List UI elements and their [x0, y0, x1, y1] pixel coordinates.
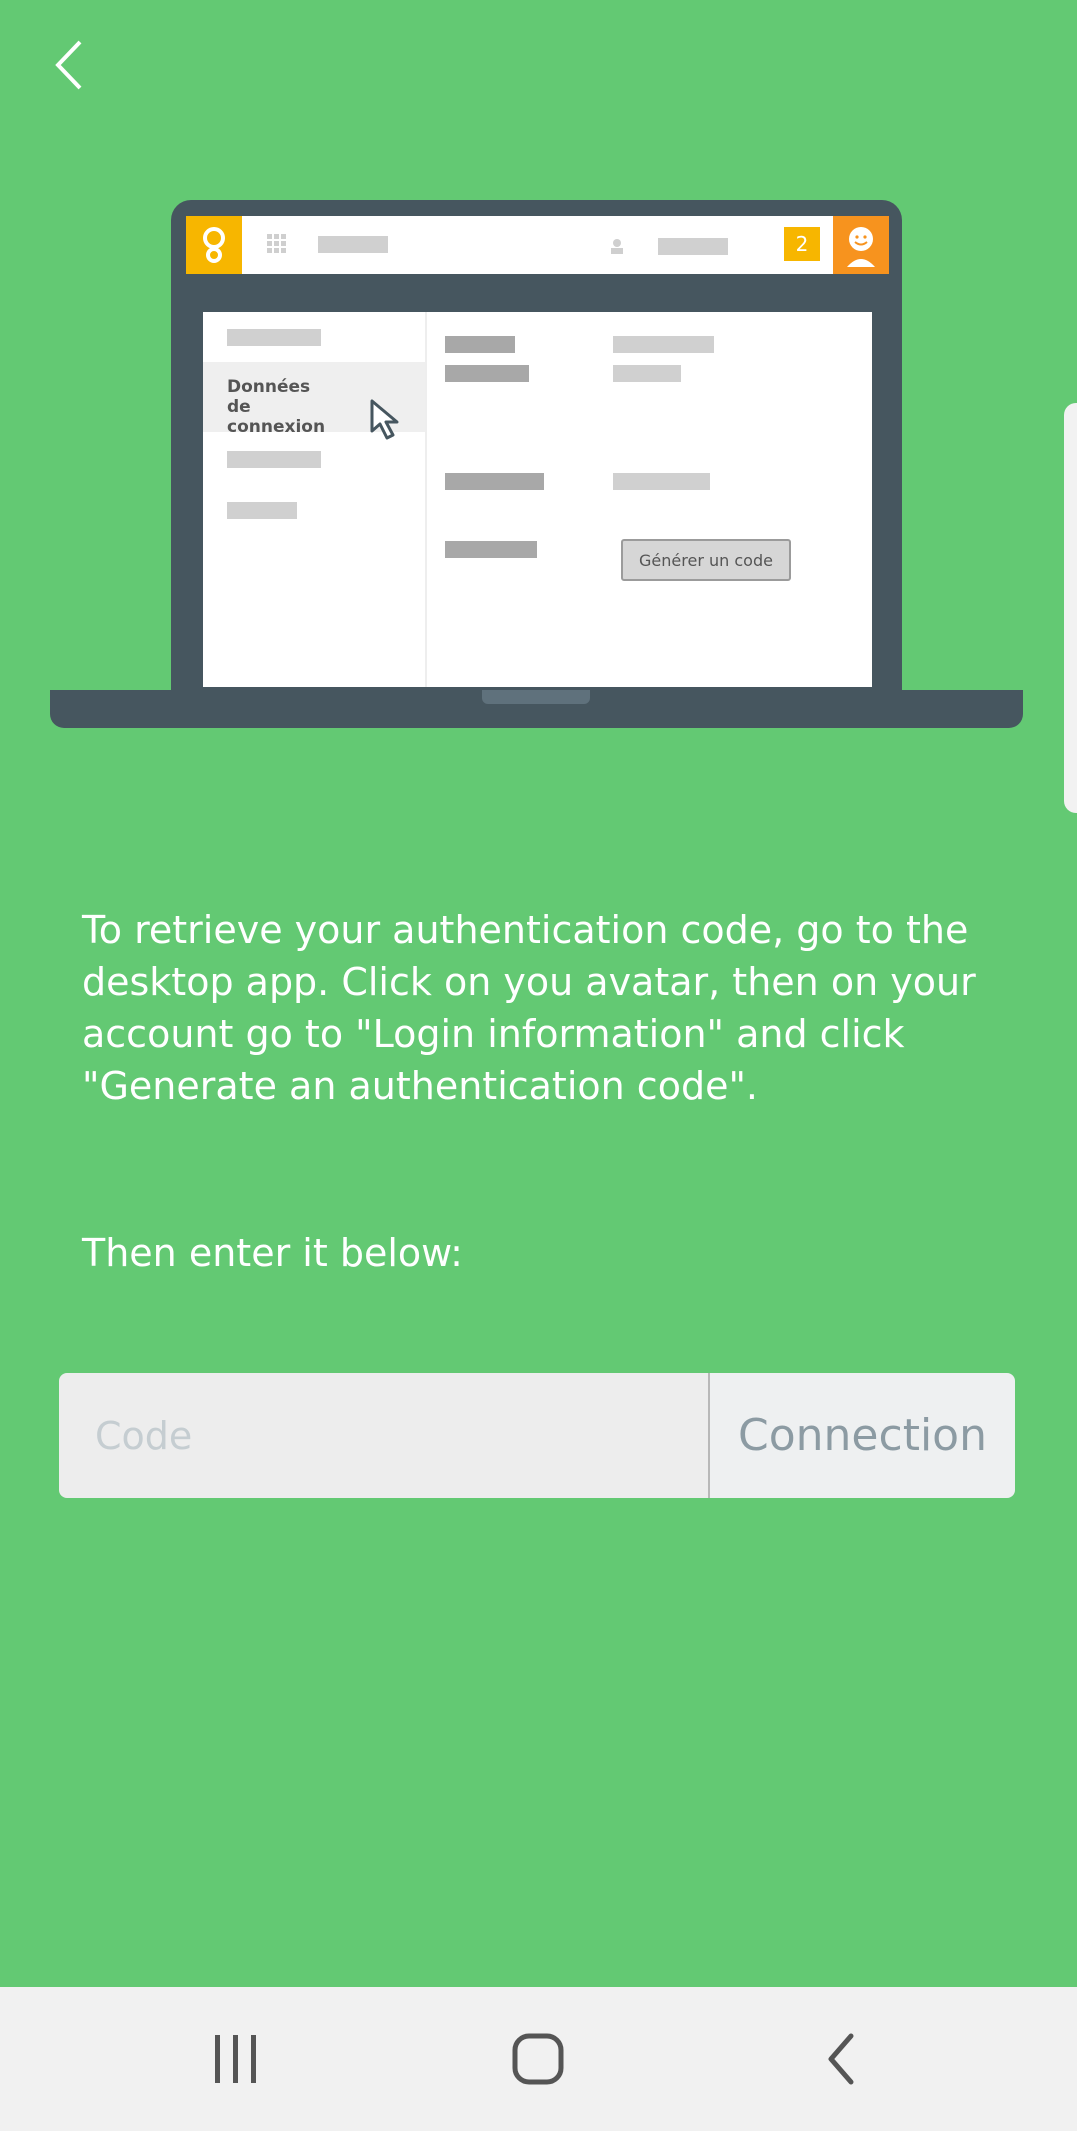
mock-screen: Données de connexion Générer un code — [203, 312, 872, 687]
system-back-button[interactable] — [761, 1987, 921, 2131]
mock-generate-code-button: Générer un code — [621, 539, 791, 581]
placeholder-bar — [445, 365, 529, 382]
app-logo-icon — [186, 216, 242, 274]
placeholder-bar — [613, 365, 681, 382]
user-icon — [611, 239, 623, 254]
placeholder-bar — [318, 236, 388, 253]
chevron-left-icon — [55, 40, 82, 90]
instructions-text: To retrieve your authentication code, go… — [82, 908, 976, 1108]
recents-icon — [215, 2035, 256, 2083]
mock-sidebar: Données de connexion — [203, 312, 427, 687]
home-icon — [512, 2033, 564, 2085]
laptop-illustration: 2 Données de connexion Générer un code — [50, 200, 1023, 730]
apps-grid-icon — [267, 234, 286, 253]
placeholder-bar — [613, 336, 714, 353]
placeholder-bar — [227, 329, 321, 346]
edge-panel-handle[interactable] — [1064, 403, 1077, 813]
placeholder-bar — [613, 473, 710, 490]
laptop-notch — [482, 690, 590, 704]
cursor-icon — [370, 399, 399, 440]
connection-button[interactable]: Connection — [710, 1373, 1015, 1498]
mock-topbar: 2 — [186, 216, 889, 274]
code-form: Connection — [59, 1373, 1015, 1498]
placeholder-bar — [445, 473, 544, 490]
recents-button[interactable] — [156, 1987, 316, 2131]
placeholder-bar — [445, 541, 537, 558]
back-icon — [828, 2033, 854, 2085]
placeholder-bar — [658, 238, 728, 255]
notification-badge: 2 — [784, 227, 820, 261]
code-input[interactable] — [59, 1373, 708, 1498]
system-navigation-bar — [0, 1987, 1077, 2131]
placeholder-bar — [227, 502, 297, 519]
avatar-icon — [833, 216, 889, 274]
home-button[interactable] — [458, 1987, 618, 2131]
placeholder-bar — [227, 451, 321, 468]
back-button[interactable] — [50, 38, 90, 92]
enter-code-prompt: Then enter it below: — [82, 1231, 463, 1275]
placeholder-bar — [445, 336, 515, 353]
mock-sidebar-label: Données de connexion — [227, 377, 326, 437]
